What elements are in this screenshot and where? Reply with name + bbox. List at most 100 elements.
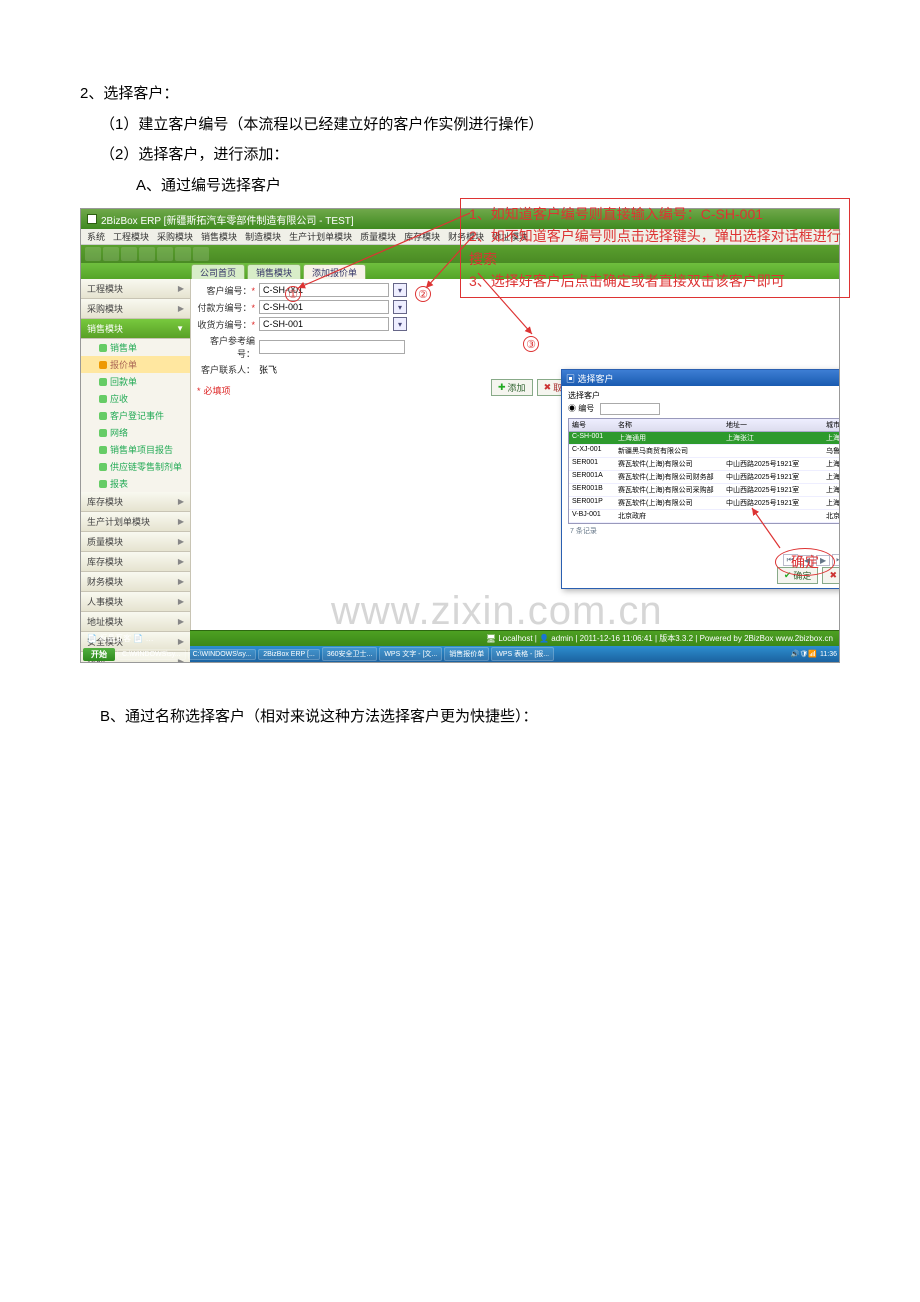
dialog-search-input[interactable] <box>600 403 660 415</box>
menu-item[interactable]: 生产计划单模块 <box>289 230 352 243</box>
doc-line-1: 2、选择客户： <box>80 80 860 109</box>
input-customer-code[interactable] <box>259 283 389 297</box>
customer-table: 编号 名称 地址一 城市 C-SH-001上海通用上海张江上海 C-XJ-001… <box>568 418 840 524</box>
value-contact: 张飞 <box>259 363 277 376</box>
doc-line-2: （1）建立客户编号（本流程以已经建立好的客户作实例进行操作） <box>80 111 860 140</box>
toolbar-btn[interactable] <box>121 247 137 261</box>
window-title: 2BizBox ERP [新疆斯拓汽车零部件制造有限公司 - TEST] <box>101 212 354 227</box>
sidebar: 工程模块▶ 采购模块▶ 销售模块▼ 销售单 报价单 回款单 应收 客户登记事件 … <box>81 279 191 630</box>
sidebar-item-report[interactable]: 销售单项目报告 <box>81 441 190 458</box>
toolbar-btn[interactable] <box>103 247 119 261</box>
taskbar-item[interactable]: 2BizBox ERP [... <box>258 649 320 660</box>
table-row[interactable]: SER001B赛瓦软件(上海)有限公司采购部中山西路2025号1921室上海市 <box>569 484 840 497</box>
doc-icon <box>99 412 107 420</box>
sidebar-item-receivable[interactable]: 应收 <box>81 390 190 407</box>
table-row[interactable]: C-SH-001上海通用上海张江上海 <box>569 432 840 445</box>
sidebar-group-sales[interactable]: 销售模块▼ <box>81 319 190 339</box>
sidebar-group-hr[interactable]: 人事模块▶ <box>81 592 190 612</box>
menu-item[interactable]: 制造模块 <box>245 230 281 243</box>
tab-sales[interactable]: 销售模块 <box>247 264 301 280</box>
doc-icon <box>99 395 107 403</box>
toolbar-btn[interactable] <box>193 247 209 261</box>
label-contact: 客户联系人： <box>197 363 255 376</box>
sidebar-group-quality[interactable]: 质量模块▶ <box>81 532 190 552</box>
table-row[interactable]: SER001赛瓦软件(上海)有限公司中山西路2025号1921室上海市 <box>569 458 840 471</box>
lookup-shipto-button[interactable]: ▾ <box>393 317 407 331</box>
col-addr[interactable]: 地址一 <box>723 419 823 431</box>
sidebar-group-plan[interactable]: 生产计划单模块▶ <box>81 512 190 532</box>
app-icon <box>87 214 97 224</box>
table-row[interactable]: SER001A赛瓦软件(上海)有限公司财务部中山西路2025号1921室上海市 <box>569 471 840 484</box>
callout-line-3: 3、选择好客户后点击确定或者直接双击该客户即可 <box>469 270 841 292</box>
taskbar-item[interactable]: 销售报价单 <box>444 647 489 661</box>
sidebar-item-supply[interactable]: 供应链零售制剂单 <box>81 458 190 475</box>
toolbar-btn[interactable] <box>139 247 155 261</box>
sidebar-item-return[interactable]: 回款单 <box>81 373 190 390</box>
menu-item[interactable]: 质量模块 <box>360 230 396 243</box>
doc-line-5: B、通过名称选择客户（相对来说这种方法选择客户更为快捷些）： <box>80 703 860 732</box>
doc-icon <box>99 446 107 454</box>
label-customer-code: 客户编号：* <box>197 284 255 297</box>
table-row[interactable]: C-XJ-001新疆黑马商贸有限公司乌鲁木齐 <box>569 445 840 458</box>
doc-icon <box>99 361 107 369</box>
form-panel: 客户编号：* ▾ 付款方编号：* ▾ 收货方编号：* ▾ <box>191 279 839 630</box>
taskbar: 开始 C:\WINDOWS\sy... C:\WINDOWS\sy... 2Bi… <box>81 646 839 662</box>
menu-item[interactable]: 系统 <box>87 230 105 243</box>
sidebar-group-purchase[interactable]: 采购模块▶ <box>81 299 190 319</box>
doc-line-4: A、通过编号选择客户 <box>80 172 860 201</box>
sidebar-group-engineering[interactable]: 工程模块▶ <box>81 279 190 299</box>
sidebar-item-net[interactable]: 网络 <box>81 424 190 441</box>
table-row[interactable]: V-BJ-001北京政府北京 <box>569 510 840 523</box>
doc-icon <box>99 463 107 471</box>
menu-item[interactable]: 库存模块 <box>404 230 440 243</box>
taskbar-item[interactable]: WPS 表格 - [报... <box>491 647 554 661</box>
lookup-customer-button[interactable]: ▾ <box>393 283 407 297</box>
doc-icon <box>99 378 107 386</box>
start-button[interactable]: 开始 <box>83 648 115 661</box>
system-tray: 🔊🛡📶 11:36 <box>791 650 837 658</box>
tab-add-quote[interactable]: 添加报价单 <box>303 264 366 280</box>
lookup-payer-button[interactable]: ▾ <box>393 300 407 314</box>
menu-item[interactable]: 工程模块 <box>113 230 149 243</box>
radio-code[interactable]: ◉ 编号 <box>568 403 594 415</box>
doc-icon <box>99 480 107 488</box>
input-shipto-code[interactable] <box>259 317 389 331</box>
sidebar-item-quote[interactable]: 报价单 <box>81 356 190 373</box>
callout-line-2: 2、如不知道客户编号则点击选择键头，弹出选择对话框进行搜索 <box>469 225 841 270</box>
menu-item[interactable]: 销售模块 <box>201 230 237 243</box>
doc-icon <box>99 344 107 352</box>
sidebar-group-inventory[interactable]: 库存模块▶ <box>81 492 190 512</box>
marker-2: ② <box>415 286 431 302</box>
col-city[interactable]: 城市 <box>823 419 840 431</box>
col-code[interactable]: 编号 <box>569 419 615 431</box>
taskbar-item[interactable]: C:\WINDOWS\sy... <box>188 649 257 660</box>
input-payer-code[interactable] <box>259 300 389 314</box>
table-row[interactable]: SER001P赛瓦软件(上海)有限公司中山西路2025号1921室上海市 <box>569 497 840 510</box>
label-shipto-code: 收货方编号：* <box>197 318 255 331</box>
taskbar-item[interactable]: WPS 文字 - [文... <box>379 647 442 661</box>
status-left: 📄 枢品互客 📄 … <box>87 633 154 644</box>
menu-item[interactable]: 采购模块 <box>157 230 193 243</box>
toolbar-btn[interactable] <box>157 247 173 261</box>
tab-home[interactable]: 公司首页 <box>191 264 245 280</box>
instruction-callout: 1、如知道客户编号则直接输入编号：C-SH-001 2、如不知道客户编号则点击选… <box>460 198 850 298</box>
marker-3: ③ <box>523 336 539 352</box>
col-name[interactable]: 名称 <box>615 419 723 431</box>
sidebar-group-stock[interactable]: 库存模块▶ <box>81 552 190 572</box>
toolbar-btn[interactable] <box>175 247 191 261</box>
sidebar-item-event[interactable]: 客户登记事件 <box>81 407 190 424</box>
input-ref-code[interactable] <box>259 340 405 354</box>
label-payer-code: 付款方编号：* <box>197 301 255 314</box>
taskbar-item[interactable]: 360安全卫士... <box>322 647 378 661</box>
dialog-search-label: 选择客户 <box>568 390 600 401</box>
label-ref-code: 客户参考编号： <box>197 334 255 360</box>
sidebar-item-salesorder[interactable]: 销售单 <box>81 339 190 356</box>
marker-1: ① <box>285 286 301 302</box>
sidebar-item-reports[interactable]: 报表 <box>81 475 190 492</box>
toolbar-btn[interactable] <box>85 247 101 261</box>
add-button[interactable]: ✚添加 <box>491 379 533 396</box>
callout-line-1: 1、如知道客户编号则直接输入编号：C-SH-001 <box>469 203 841 225</box>
taskbar-item[interactable]: C:\WINDOWS\sy... <box>117 649 186 660</box>
sidebar-group-address[interactable]: 地址模块▶ <box>81 612 190 632</box>
sidebar-group-finance[interactable]: 财务模块▶ <box>81 572 190 592</box>
